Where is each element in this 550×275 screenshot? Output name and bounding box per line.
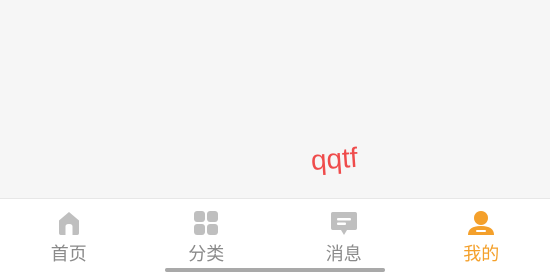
category-grid-icon [194, 211, 219, 235]
main-content: qqtf [0, 0, 550, 198]
tab-home[interactable]: 首页 [0, 199, 138, 275]
tab-category-label: 分类 [188, 244, 225, 265]
tab-category[interactable]: 分类 [138, 199, 276, 275]
profile-icon [468, 211, 495, 235]
tab-profile[interactable]: 我的 [413, 199, 550, 275]
bottom-tab-bar: 首页 分类 消息 我的 [0, 198, 550, 275]
tab-messages-label: 消息 [325, 244, 362, 265]
watermark-text: qqtf [309, 141, 359, 176]
home-icon [58, 212, 79, 235]
tab-profile-label: 我的 [463, 244, 500, 265]
tab-home-label: 首页 [50, 244, 87, 265]
home-indicator[interactable] [165, 268, 385, 272]
tab-messages[interactable]: 消息 [275, 199, 413, 275]
message-icon [330, 212, 357, 235]
